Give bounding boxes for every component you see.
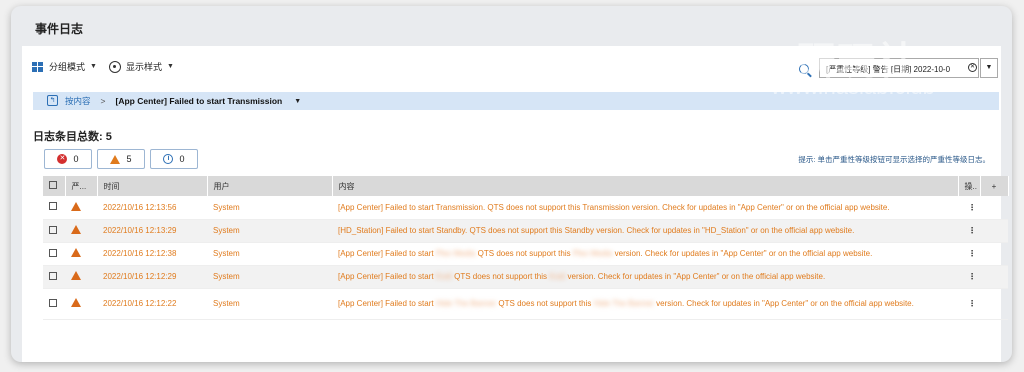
filter-field[interactable]: [严重性等级] 警告 [日期] 2022-10-0 bbox=[819, 58, 979, 78]
clear-filter-icon[interactable]: ✕ bbox=[968, 63, 977, 72]
info-count: 0 bbox=[179, 154, 185, 164]
error-count: 0 bbox=[73, 154, 79, 164]
back-icon[interactable]: ↰ bbox=[47, 95, 58, 106]
row-more-button[interactable]: ⋮ bbox=[958, 196, 980, 220]
total-count: 5 bbox=[105, 131, 112, 143]
breadcrumb-current: [App Center] Failed to start Transmissio… bbox=[115, 96, 283, 106]
table-row[interactable]: 2022/10/16 12:12:22 System [App Center] … bbox=[43, 288, 1008, 320]
content-part: [App Center] Failed to start bbox=[338, 272, 434, 281]
row-user: System bbox=[207, 219, 332, 243]
row-content: [App Center] Failed to start Plex Media … bbox=[332, 242, 958, 266]
warning-count: 5 bbox=[126, 154, 132, 164]
content-part: QTS does not support this bbox=[498, 299, 592, 308]
row-more-button[interactable]: ⋮ bbox=[958, 242, 980, 266]
redacted-app-name: Hide The Banner bbox=[593, 299, 654, 308]
row-user: System bbox=[207, 265, 332, 289]
table-header-row: 严... 时间 用户 内容 操.. + bbox=[43, 176, 1009, 196]
table-row[interactable]: 2022/10/16 12:13:56 System [App Center] … bbox=[43, 196, 1008, 220]
row-more-button[interactable]: ⋮ bbox=[958, 219, 980, 243]
caret-down-icon[interactable]: ▼ bbox=[294, 98, 301, 105]
info-icon: i bbox=[163, 154, 174, 164]
content-part: version. Check for updates in "App Cente… bbox=[656, 299, 914, 308]
header-severity[interactable]: 严... bbox=[65, 176, 98, 196]
total-entries: 日志条目总数: 5 bbox=[33, 128, 112, 144]
row-content: [App Center] Failed to start Transmissio… bbox=[332, 196, 958, 220]
hint-text: 提示: 单击严重性等级按钮可显示选择的严重性等级日志。 bbox=[798, 155, 990, 164]
content-part: [App Center] Failed to start bbox=[338, 299, 434, 308]
event-log-table: 严... 时间 用户 内容 操.. + 2022/10/16 12:13:56 … bbox=[43, 176, 1009, 320]
display-style-button[interactable]: 显示样式 ▼ bbox=[108, 60, 174, 73]
select-all-checkbox[interactable] bbox=[49, 181, 57, 189]
table-row[interactable]: 2022/10/16 12:13:29 System [HD_Station] … bbox=[43, 219, 1008, 243]
error-filter-button[interactable]: ✕ 0 bbox=[44, 149, 92, 169]
row-checkbox[interactable] bbox=[49, 225, 57, 234]
row-time: 2022/10/16 12:12:38 bbox=[97, 242, 207, 266]
row-checkbox[interactable] bbox=[49, 271, 57, 280]
breadcrumb-separator: > bbox=[100, 96, 106, 106]
header-user[interactable]: 用户 bbox=[207, 176, 333, 196]
group-mode-button[interactable]: 分组模式 ▼ bbox=[32, 60, 97, 73]
breadcrumb-root-link[interactable]: 按内容 bbox=[65, 95, 91, 107]
toolbar: 分组模式 ▼ 显示样式 ▼ bbox=[32, 60, 180, 73]
row-time: 2022/10/16 12:12:29 bbox=[97, 265, 207, 289]
row-more-button[interactable]: ⋮ bbox=[958, 265, 980, 289]
content-part: [App Center] Failed to start bbox=[338, 249, 434, 258]
row-content: [HD_Station] Failed to start Standby. QT… bbox=[332, 219, 958, 243]
display-style-label: 显示样式 bbox=[125, 62, 162, 72]
content-part: version. Check for updates in "App Cente… bbox=[614, 249, 873, 258]
content-part: version. Check for updates in "App Cente… bbox=[567, 272, 826, 281]
header-action[interactable]: 操.. bbox=[958, 176, 981, 196]
add-column-button[interactable]: + bbox=[980, 176, 1009, 196]
warning-icon bbox=[71, 248, 81, 257]
row-time: 2022/10/16 12:12:22 bbox=[97, 288, 207, 320]
row-user: System bbox=[207, 196, 332, 220]
error-icon: ✕ bbox=[57, 154, 68, 164]
header-time[interactable]: 时间 bbox=[97, 176, 208, 196]
warning-icon bbox=[110, 154, 121, 164]
row-more-button[interactable]: ⋮ bbox=[958, 288, 980, 320]
warning-icon bbox=[71, 271, 81, 280]
warning-icon bbox=[71, 298, 81, 307]
redacted-app-name: Hide The Banner bbox=[435, 299, 497, 308]
row-time: 2022/10/16 12:13:56 bbox=[97, 196, 207, 220]
table-row[interactable]: 2022/10/16 12:12:29 System [App Center] … bbox=[43, 265, 1008, 289]
total-label: 日志条目总数: bbox=[33, 131, 103, 143]
row-user: System bbox=[207, 242, 332, 266]
search-icon[interactable] bbox=[799, 64, 809, 74]
severity-filter-group: ✕ 0 5 i 0 bbox=[44, 149, 198, 169]
content-part: QTS does not support this bbox=[477, 249, 571, 258]
group-mode-label: 分组模式 bbox=[49, 62, 86, 72]
redacted-app-name: Plex Media bbox=[435, 249, 476, 258]
row-content: [App Center] Failed to start Hide The Ba… bbox=[332, 288, 958, 320]
row-user: System bbox=[207, 288, 332, 320]
row-time: 2022/10/16 12:13:29 bbox=[97, 219, 207, 243]
caret-down-icon: ▼ bbox=[90, 63, 97, 70]
row-content: [App Center] Failed to start Kodi QTS do… bbox=[332, 265, 958, 289]
select-all-checkbox-cell[interactable] bbox=[43, 176, 66, 196]
warning-icon bbox=[71, 201, 81, 211]
palette-icon bbox=[108, 60, 121, 73]
header-content[interactable]: 内容 bbox=[332, 176, 959, 196]
table-row[interactable]: 2022/10/16 12:12:38 System [App Center] … bbox=[43, 242, 1008, 266]
info-filter-button[interactable]: i 0 bbox=[150, 149, 198, 169]
warning-icon bbox=[71, 225, 81, 234]
breadcrumb: ↰ 按内容 > [App Center] Failed to start Tra… bbox=[33, 92, 999, 110]
event-log-window: 事件日志 分组模式 ▼ 显示样式 ▼ [严重性等级] 警告 [日期] 2022-… bbox=[11, 6, 1012, 362]
row-checkbox[interactable] bbox=[49, 202, 57, 211]
redacted-app-name: Plex Media bbox=[572, 249, 613, 258]
filter-dropdown-button[interactable]: ▼ bbox=[980, 58, 998, 78]
redacted-app-name: Kodi bbox=[549, 272, 566, 281]
grid-icon bbox=[32, 61, 44, 72]
content-part: QTS does not support this bbox=[454, 272, 548, 281]
warning-filter-button[interactable]: 5 bbox=[97, 149, 145, 169]
caret-down-icon: ▼ bbox=[166, 63, 174, 70]
page-title: 事件日志 bbox=[35, 22, 84, 36]
redacted-app-name: Kodi bbox=[435, 272, 452, 281]
row-checkbox[interactable] bbox=[49, 248, 57, 257]
row-checkbox[interactable] bbox=[49, 298, 57, 307]
